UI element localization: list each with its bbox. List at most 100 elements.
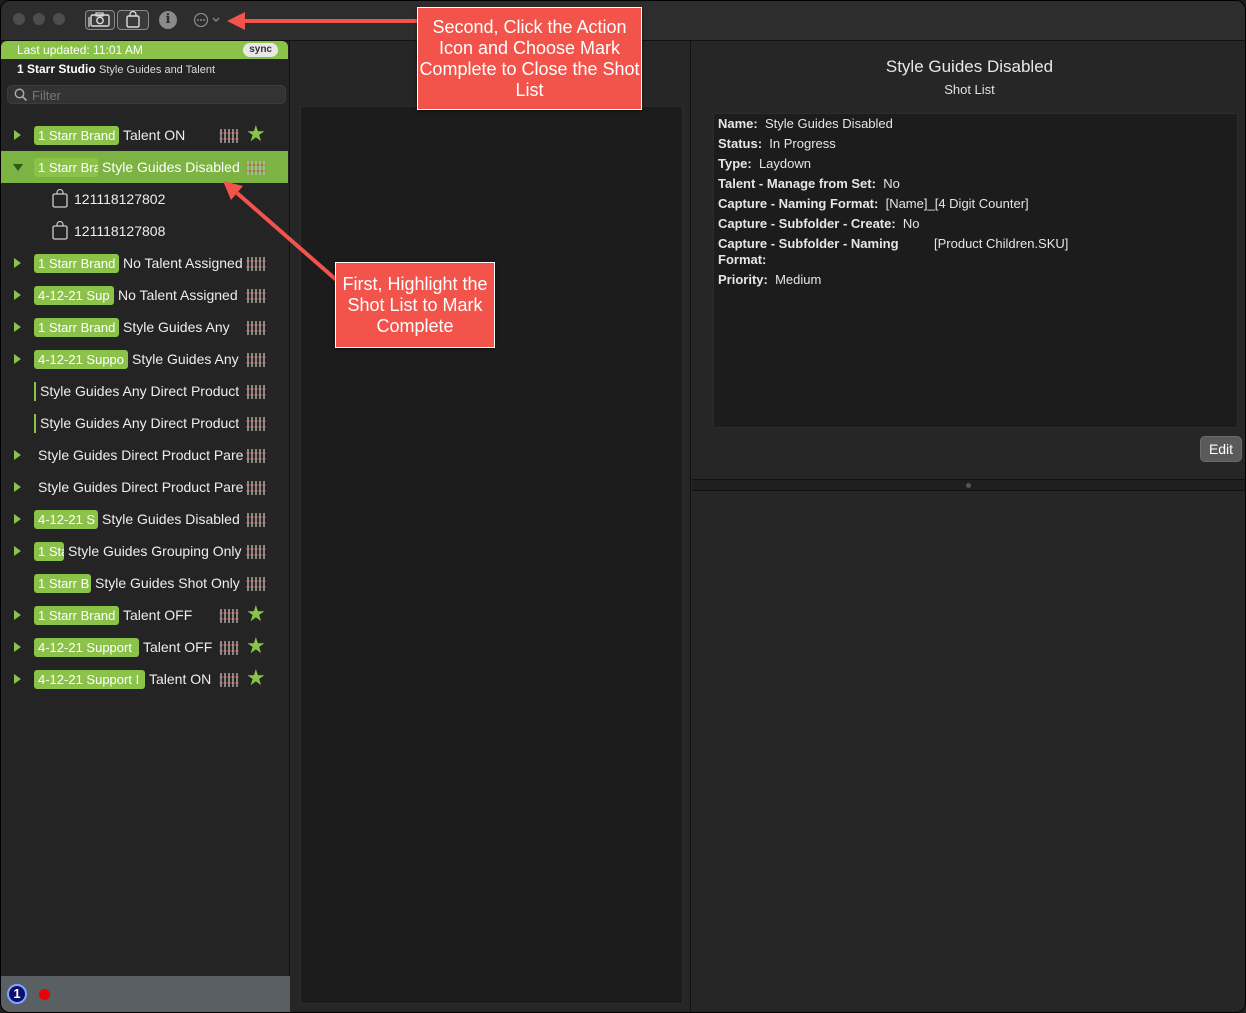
- detail-fields-box: Name: Style Guides Disabled Status: In P…: [713, 113, 1238, 428]
- last-updated-bar: Last updated: 11:01 AM sync: [1, 41, 288, 59]
- barcode-grid-icon: [246, 257, 266, 271]
- shot-list-title: Talent ON: [149, 671, 212, 687]
- action-button[interactable]: [193, 12, 223, 28]
- capture-button[interactable]: [85, 10, 115, 30]
- disclosure-closed-icon[interactable]: [14, 290, 21, 300]
- disclosure-closed-icon[interactable]: [14, 130, 21, 140]
- field-subnaming-label-cont: Format:: [718, 252, 766, 267]
- brand-badge: 1 Starr Brand: [34, 318, 119, 337]
- shopping-bag-icon: [126, 11, 140, 28]
- disclosure-closed-icon[interactable]: [14, 322, 21, 332]
- field-name-label: Name:: [718, 116, 758, 131]
- brand-badge: 1 Starr B: [34, 574, 91, 593]
- shot-list-child-item[interactable]: 121118127802: [1, 183, 288, 215]
- field-subcreate-value: No: [902, 216, 920, 231]
- detail-title: Style Guides Disabled: [885, 57, 1054, 76]
- shot-list-row[interactable]: 1 Starr Bra Style Guides Disabled: [1, 151, 288, 183]
- shot-list-row[interactable]: 1 StaStyle Guides Grouping Only: [1, 535, 288, 567]
- field-status: Status: In Progress: [718, 136, 836, 151]
- disclosure-closed-icon[interactable]: [14, 642, 21, 652]
- sidebar-footer: 1: [1, 976, 290, 1012]
- detail-pane: Style Guides Disabled Shot List Name: St…: [692, 41, 1245, 1012]
- product-sku: 121118127808: [74, 223, 166, 239]
- brand-badge: 1 Starr Brand: [34, 606, 119, 625]
- barcode-grid-icon: [246, 449, 266, 463]
- edit-button[interactable]: Edit: [1200, 436, 1242, 462]
- disclosure-closed-icon[interactable]: [14, 546, 21, 556]
- shot-list-row[interactable]: 4-12-21 Suppo Style Guides Any: [1, 343, 288, 375]
- field-priority-label: Priority:: [718, 272, 768, 287]
- field-name-value: Style Guides Disabled: [764, 116, 893, 131]
- filter-field[interactable]: [7, 85, 286, 104]
- pane-splitter[interactable]: [692, 479, 1245, 491]
- shot-list-row[interactable]: 1 Starr B Style Guides Shot Only: [1, 567, 288, 599]
- barcode-grid-icon: [246, 289, 266, 303]
- zoom-window-button[interactable]: [53, 13, 65, 25]
- shot-list-row[interactable]: 1 Starr Brand Talent OFF ★: [1, 599, 288, 631]
- barcode-grid-icon: [219, 129, 239, 143]
- shot-list-row[interactable]: 4-12-21 Support I Talent ON ★: [1, 663, 288, 695]
- shot-list-row[interactable]: 1 Starr Brand Style Guides Any: [1, 311, 288, 343]
- shot-list-title: Talent OFF: [123, 607, 193, 623]
- callout-second-step: Second, Click the Action Icon and Choose…: [417, 7, 642, 110]
- shot-list-title: Style Guides Any: [123, 319, 230, 335]
- splitter-handle-icon[interactable]: [966, 483, 971, 488]
- shot-list-title: Style Guides Direct Product Pare: [38, 447, 244, 463]
- close-window-button[interactable]: [13, 13, 25, 25]
- minimize-window-button[interactable]: [33, 13, 45, 25]
- app-window: i Last updated: 11:01 AM sync 1 Starr St…: [0, 0, 1246, 1013]
- field-type-value: Laydown: [758, 156, 811, 171]
- disclosure-closed-icon[interactable]: [14, 450, 21, 460]
- shot-list-title: Style Guides Grouping Only: [68, 543, 242, 559]
- brand-badge: 4-12-21 Suppo: [34, 350, 128, 369]
- barcode-grid-icon: [246, 481, 266, 495]
- shot-list-title: Talent OFF: [143, 639, 213, 655]
- field-type: Type: Laydown: [718, 156, 811, 171]
- shot-list-title: No Talent Assigned: [123, 255, 243, 271]
- field-type-label: Type:: [718, 156, 752, 171]
- number-one-badge-icon[interactable]: 1: [7, 984, 27, 1004]
- shot-list-row[interactable]: 4-12-21 S Style Guides Disabled: [1, 503, 288, 535]
- info-icon[interactable]: i: [159, 11, 177, 29]
- shot-list-row[interactable]: Style Guides Any Direct Product: [1, 375, 288, 407]
- shot-list-row[interactable]: Style Guides Any Direct Product: [1, 407, 288, 439]
- shot-list-title: No Talent Assigned: [118, 287, 238, 303]
- disclosure-closed-icon[interactable]: [14, 674, 21, 684]
- product-sku: 121118127802: [74, 191, 166, 207]
- shot-list-row[interactable]: Style Guides Direct Product Pare: [1, 439, 288, 471]
- barcode-grid-icon: [219, 609, 239, 623]
- product-bag-icon: [52, 189, 68, 208]
- shot-list-title: Style Guides Disabled: [102, 511, 240, 527]
- barcode-grid-icon: [246, 321, 266, 335]
- field-naming-format: Capture - Naming Format: [Name]_[4 Digit…: [718, 196, 1029, 211]
- barcode-grid-icon: [246, 161, 266, 175]
- field-subfolder-naming: Capture - Subfolder - Naming: [718, 236, 899, 251]
- thumbnail-panel: [300, 106, 683, 1004]
- brand-color-bar: [34, 414, 36, 433]
- disclosure-open-icon[interactable]: [13, 164, 23, 171]
- studio-line: 1 Starr Studio Style Guides and Talent: [17, 62, 215, 76]
- disclosure-closed-icon[interactable]: [14, 482, 21, 492]
- barcode-grid-icon: [246, 417, 266, 431]
- disclosure-closed-icon[interactable]: [14, 610, 21, 620]
- product-bag-icon: [52, 221, 68, 240]
- disclosure-closed-icon[interactable]: [14, 514, 21, 524]
- shot-list-row[interactable]: 1 Starr Brand Talent ON ★: [1, 119, 288, 151]
- shot-list-title: Talent ON: [123, 127, 186, 143]
- action-ellipsis-icon: [193, 12, 220, 28]
- barcode-grid-icon: [219, 673, 239, 687]
- shot-list-row[interactable]: 4-12-21 Support Talent OFF ★: [1, 631, 288, 663]
- filter-input[interactable]: [32, 87, 282, 103]
- shot-list-row[interactable]: 4-12-21 Sup No Talent Assigned: [1, 279, 288, 311]
- last-updated-text: Last updated: 11:01 AM: [17, 43, 143, 57]
- disclosure-closed-icon[interactable]: [14, 258, 21, 268]
- disclosure-closed-icon[interactable]: [14, 354, 21, 364]
- shot-list-row[interactable]: 1 Starr Brand No Talent Assigned: [1, 247, 288, 279]
- shot-list-row[interactable]: Style Guides Direct Product Pare: [1, 471, 288, 503]
- sync-button[interactable]: sync: [243, 43, 278, 57]
- brand-badge: 1 Sta: [34, 542, 64, 561]
- brand-badge: 4-12-21 Support: [34, 638, 139, 657]
- shot-list-child-item[interactable]: 121118127808: [1, 215, 288, 247]
- product-button[interactable]: [117, 10, 149, 30]
- brand-badge: 1 Starr Brand: [34, 254, 119, 273]
